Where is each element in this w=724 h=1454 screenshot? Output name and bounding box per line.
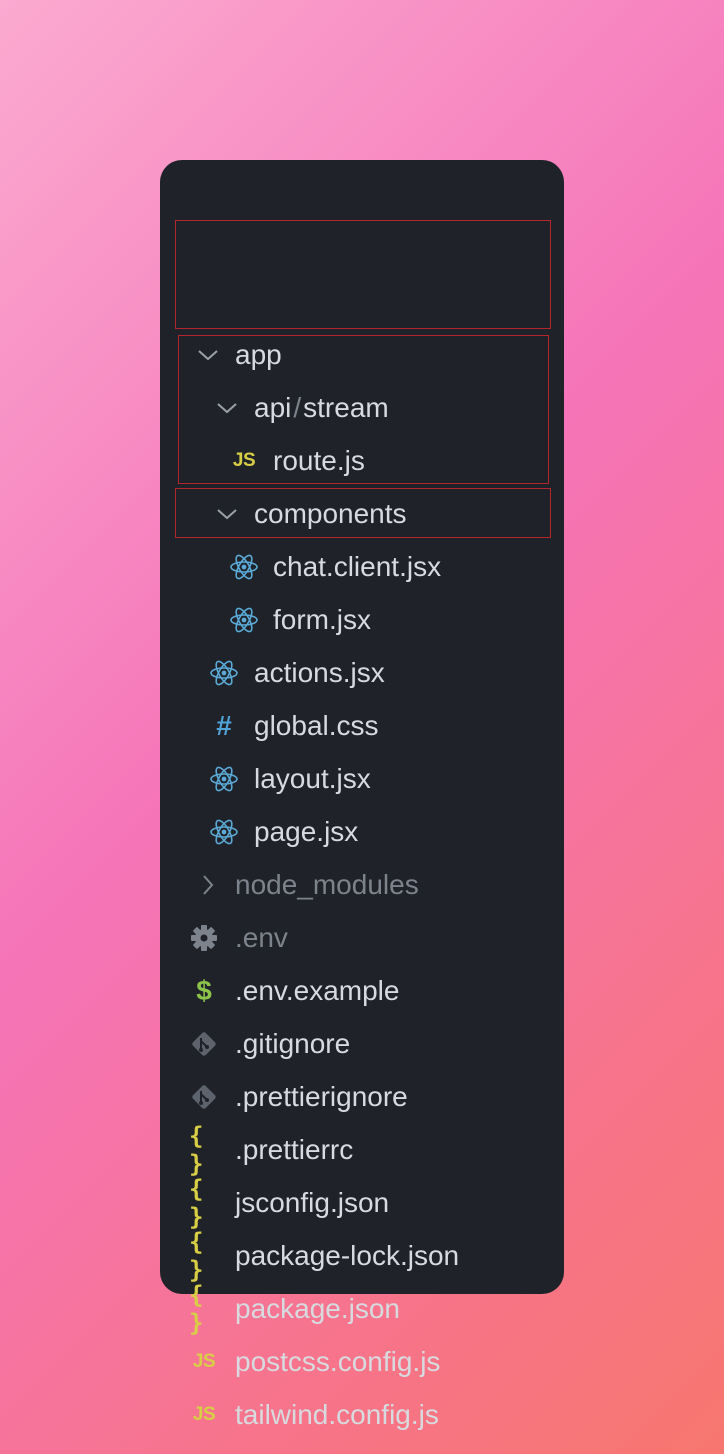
json-braces-icon: { } (189, 1227, 205, 1284)
file-label: form.jsx (273, 604, 371, 635)
git-icon (189, 1017, 219, 1070)
json-braces-icon: { } (189, 1280, 205, 1337)
file-page-jsx[interactable]: page.jsx (160, 805, 564, 858)
file-prettierignore[interactable]: .prettierignore (160, 1070, 564, 1123)
path-part-api: api (254, 392, 292, 423)
file-label: tailwind.config.js (235, 1399, 439, 1430)
file-explorer-panel: app api/stream JS route.js components ch… (160, 160, 564, 1430)
chevron-down-icon[interactable] (212, 381, 242, 434)
file-prettierrc[interactable]: { } .prettierrc (160, 1121, 564, 1178)
file-label: .prettierignore (235, 1081, 408, 1112)
file-label: .prettierrc (235, 1134, 354, 1165)
folder-app[interactable]: app (160, 328, 564, 381)
file-label: chat.client.jsx (273, 551, 442, 582)
git-icon (189, 1070, 219, 1123)
file-label: postcss.config.js (235, 1346, 441, 1377)
file-tailwind-config-js[interactable]: JS tailwind.config.js (160, 1388, 564, 1441)
file-package-lock-json[interactable]: { } package-lock.json (160, 1227, 564, 1284)
file-env-example[interactable]: $ .env.example (160, 964, 564, 1017)
file-label: .gitignore (235, 1028, 351, 1059)
file-actions-jsx[interactable]: actions.jsx (160, 646, 564, 699)
folder-label: components (254, 498, 407, 529)
file-gitignore[interactable]: .gitignore (160, 1017, 564, 1070)
path-separator: / (293, 392, 302, 423)
file-global-css[interactable]: # global.css (160, 699, 564, 752)
file-chat-client-jsx[interactable]: chat.client.jsx (160, 540, 564, 593)
file-label: actions.jsx (254, 657, 385, 688)
file-label: global.css (254, 710, 379, 741)
react-icon (209, 752, 239, 805)
file-route-js[interactable]: JS route.js (160, 434, 564, 487)
gear-icon (189, 911, 219, 964)
file-layout-jsx[interactable]: layout.jsx (160, 752, 564, 805)
chevron-down-icon[interactable] (212, 487, 242, 540)
folder-label: app (235, 339, 282, 370)
file-label: .env (235, 922, 288, 953)
file-label: layout.jsx (254, 763, 371, 794)
folder-components[interactable]: components (160, 487, 564, 540)
json-braces-icon: { } (189, 1121, 205, 1178)
file-label: jsconfig.json (235, 1187, 390, 1218)
file-form-jsx[interactable]: form.jsx (160, 593, 564, 646)
path-part-stream: stream (303, 392, 389, 423)
folder-node-modules[interactable]: node_modules (160, 858, 564, 911)
file-jsconfig-json[interactable]: { } jsconfig.json (160, 1174, 564, 1231)
react-icon (209, 805, 239, 858)
css-hash-icon: # (216, 709, 232, 741)
file-label: route.js (273, 445, 365, 476)
chevron-right-icon[interactable] (193, 858, 223, 911)
json-braces-icon: { } (189, 1174, 205, 1231)
file-label: page.jsx (254, 816, 359, 847)
file-env[interactable]: .env (160, 911, 564, 964)
dollar-icon: $ (196, 974, 212, 1006)
react-icon (209, 646, 239, 699)
folder-label: api/stream (254, 381, 389, 434)
file-package-json[interactable]: { } package.json (160, 1280, 564, 1337)
js-file-icon: JS (232, 449, 256, 471)
file-label: .env.example (235, 975, 400, 1006)
file-label: package-lock.json (235, 1240, 460, 1271)
chevron-down-icon[interactable] (193, 328, 223, 381)
js-file-icon: JS (192, 1350, 216, 1372)
folder-label: node_modules (235, 869, 419, 900)
js-file-icon: JS (192, 1403, 216, 1425)
file-label: package.json (235, 1293, 401, 1324)
folder-api-stream[interactable]: api/stream (160, 381, 564, 434)
file-postcss-config-js[interactable]: JS postcss.config.js (160, 1335, 564, 1388)
react-icon (229, 593, 259, 646)
react-icon (229, 540, 259, 593)
